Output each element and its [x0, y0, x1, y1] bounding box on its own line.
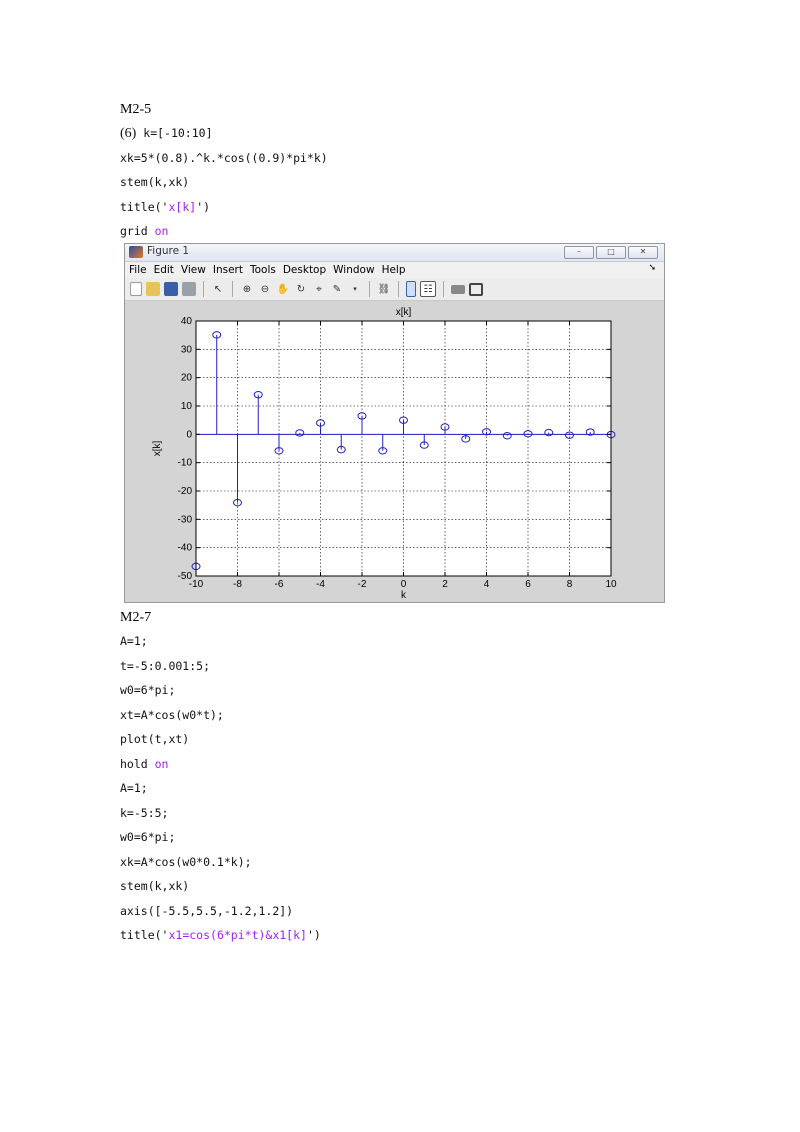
code-line: grid on: [120, 224, 169, 238]
chart-title: x[k]: [396, 307, 412, 318]
code-line: hold on: [120, 756, 169, 771]
code-line: (6) k=[-10:10]: [120, 126, 213, 141]
y-tick-label: 40: [181, 316, 193, 327]
zoom-out-icon[interactable]: ⊖: [258, 282, 272, 296]
code-line: k=-5:5;: [120, 805, 169, 820]
stem-chart: -10 -8 -6 -4 -2 0 2 4 6 8 10403020100-10-20-30-40-…: [152, 307, 617, 601]
x-tick-label: 8: [567, 579, 573, 590]
plot-area: -10 -8 -6 -4 -2 0 2 4 6 8 10 40 30 20 10 0 -10 -20 -30 -40-…: [125, 301, 664, 602]
code-block-m2-5: (6) k=[-10:10] xk=5*(0.8).^k.*cos((0.9)*p…: [120, 121, 328, 244]
code-line: xk=A*cos(w0*0.1*k);: [120, 854, 252, 869]
toolbar-separator: [203, 281, 204, 297]
matlab-figure-window: Figure 1 – □ ✕ File Edit View Insert Too…: [124, 243, 665, 603]
code-line: plot(t,xt): [120, 732, 190, 746]
menu-help[interactable]: Help: [382, 264, 406, 276]
menu-bar: File Edit View Insert Tools Desktop Wind…: [125, 262, 664, 278]
menu-insert[interactable]: Insert: [213, 264, 243, 276]
pointer-icon[interactable]: ↖: [211, 282, 225, 296]
y-tick-label: 10: [181, 401, 193, 412]
y-tick-label: -40: [178, 543, 193, 554]
code-line: axis([-5.5,5.5,-1.2,1.2]): [120, 903, 294, 918]
x-tick-label: -4: [316, 579, 325, 590]
window-controls: – □ ✕: [564, 246, 658, 259]
minimize-button[interactable]: –: [564, 246, 594, 259]
figure-titlebar[interactable]: Figure 1 – □ ✕: [125, 244, 664, 262]
open-folder-icon[interactable]: [146, 282, 160, 296]
x-tick-label: 10: [605, 579, 617, 590]
y-tick-label: 30: [181, 344, 193, 355]
y-tick-label: 20: [181, 373, 193, 384]
dock-arrow-icon[interactable]: ➘: [648, 263, 656, 273]
code-line: xt=A*cos(w0*t);: [120, 707, 224, 722]
code-line: w0=6*pi;: [120, 830, 176, 844]
x-tick-label: -6: [275, 579, 284, 590]
code-line: A=1;: [120, 781, 148, 795]
code-line: title('x[k]'): [120, 199, 211, 214]
show-tools-icon[interactable]: [469, 282, 483, 296]
code-line: stem(k,xk): [120, 879, 190, 893]
x-tick-label: 2: [442, 579, 448, 590]
menu-edit[interactable]: Edit: [154, 264, 174, 276]
brush-dropdown-icon[interactable]: ▾: [348, 282, 362, 296]
toolbar-separator: [369, 281, 370, 297]
menu-tools[interactable]: Tools: [250, 264, 276, 276]
x-tick-label: 4: [484, 579, 490, 590]
code-block-m2-7: A=1; t=-5:0.001:5; w0=6*pi; xt=A*cos(w0*t);…: [120, 629, 321, 948]
legend-icon[interactable]: ☷: [420, 281, 436, 297]
matlab-logo-icon: [129, 246, 143, 258]
x-tick-label: -8: [233, 579, 242, 590]
menu-window[interactable]: Window: [333, 264, 374, 276]
x-tick-label: 6: [525, 579, 531, 590]
data-cursor-icon[interactable]: ⌖: [312, 282, 326, 296]
colorbar-icon[interactable]: [406, 281, 416, 297]
section-heading-m2-7: M2-7: [120, 610, 152, 625]
x-tick-label: 0: [401, 579, 407, 590]
section-heading-m2-5: M2-5: [120, 102, 152, 117]
save-icon[interactable]: [164, 282, 178, 296]
y-tick-label: -50: [178, 571, 193, 582]
y-tick-label: -10: [178, 458, 193, 469]
y-tick-label: 0: [186, 429, 192, 440]
code-line: t=-5:0.001:5;: [120, 658, 211, 673]
new-file-icon[interactable]: [130, 282, 142, 296]
y-tick-label: -20: [178, 486, 193, 497]
y-tick-label: -30: [178, 514, 193, 525]
pan-icon[interactable]: ✋: [276, 282, 290, 296]
zoom-in-icon[interactable]: ⊕: [240, 282, 254, 296]
hide-tools-icon[interactable]: [451, 284, 465, 294]
code-line: w0=6*pi;: [120, 683, 176, 697]
print-icon[interactable]: [182, 282, 196, 296]
y-axis-label: x[k]: [152, 441, 163, 457]
rotate-icon[interactable]: ↻: [294, 282, 308, 296]
x-axis-label: k: [401, 590, 407, 601]
link-icon[interactable]: ⛓: [377, 282, 391, 296]
code-line: xk=5*(0.8).^k.*cos((0.9)*pi*k): [120, 150, 328, 165]
code-line: title('x1=cos(6*pi*t)&x1[k]'): [120, 928, 321, 942]
menu-view[interactable]: View: [181, 264, 206, 276]
toolbar-separator: [443, 281, 444, 297]
figure-title: Figure 1: [147, 245, 190, 257]
figure-toolbar: ↖ ⊕ ⊖ ✋ ↻ ⌖ ✎ ▾ ⛓ ☷: [125, 278, 664, 301]
brush-icon[interactable]: ✎: [330, 282, 344, 296]
x-tick-label: -2: [358, 579, 367, 590]
close-button[interactable]: ✕: [628, 246, 658, 259]
toolbar-separator: [232, 281, 233, 297]
problem-label: (6): [120, 126, 137, 141]
menu-file[interactable]: File: [129, 264, 147, 276]
menu-desktop[interactable]: Desktop: [283, 264, 326, 276]
code-line: stem(k,xk): [120, 175, 190, 189]
code-line: A=1;: [120, 634, 148, 648]
toolbar-separator: [398, 281, 399, 297]
maximize-button[interactable]: □: [596, 246, 626, 259]
